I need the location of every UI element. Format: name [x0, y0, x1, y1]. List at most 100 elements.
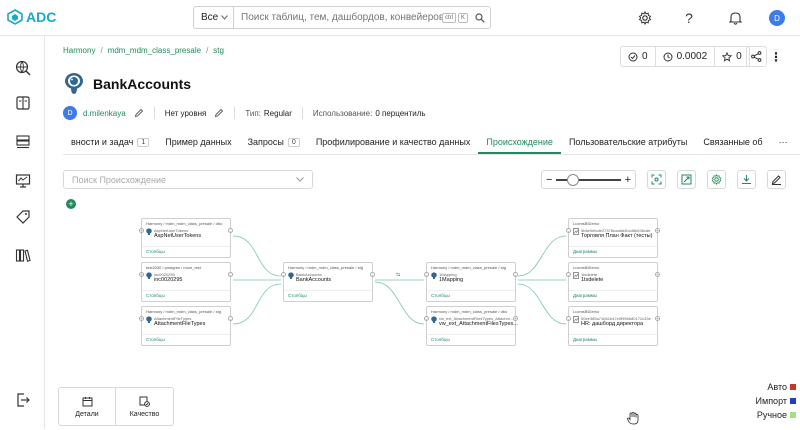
owner-link[interactable]: d.milenkaya	[83, 109, 126, 118]
lineage-node[interactable]: LuxmsBIDemo 1tsdelete 1tsdelete Диаграммы…	[566, 262, 660, 302]
quality-button[interactable]: Качество	[116, 388, 173, 425]
edit-lineage-button[interactable]	[767, 170, 786, 189]
downstream-expand-port[interactable]: +	[513, 316, 518, 321]
downstream-expand-port[interactable]: +	[655, 228, 660, 233]
lineage-node[interactable]: LuxmsBIDemo 5b6e0efcde27376eaa6d4bcd6b63…	[566, 218, 660, 258]
sidebar-item-tags[interactable]	[14, 208, 32, 226]
node-body: 1tsdelete 1tsdelete	[573, 272, 603, 283]
search-button[interactable]	[470, 12, 490, 23]
downstream-port[interactable]: -	[228, 316, 233, 321]
zoom-slider-handle[interactable]	[566, 173, 579, 186]
sidebar-item-observability[interactable]	[14, 172, 32, 190]
upstream-port[interactable]: -	[566, 316, 571, 321]
upstream-expand-port[interactable]: +	[139, 316, 144, 321]
node-columns-toggle[interactable]: Столбцы	[146, 337, 165, 342]
freshness-stat[interactable]: 0.0002	[656, 47, 716, 66]
svg-text:⇆: ⇆	[396, 272, 400, 278]
tab-lineage[interactable]: Происхождение	[478, 137, 561, 154]
lineage-node[interactable]: Harmony / mdm_mdm_class_presale / stg At…	[139, 306, 233, 346]
tests-stat[interactable]: 0	[621, 47, 656, 66]
node-charts-toggle[interactable]: Диаграммы	[573, 337, 597, 342]
download-icon	[742, 175, 751, 184]
sidebar-item-explore[interactable]	[14, 59, 32, 77]
downstream-expand-port[interactable]: +	[655, 272, 660, 277]
lineage-node[interactable]: Harmony / mdm_mdm_class_presale / dbo vw…	[424, 306, 518, 346]
upstream-port[interactable]: -	[566, 228, 571, 233]
settings-button[interactable]	[637, 10, 653, 26]
search-input[interactable]	[234, 12, 442, 23]
page-title: BankAccounts	[93, 76, 192, 92]
node-path: Harmony / mdm_mdm_class_presale / stg	[146, 309, 221, 314]
lineage-node[interactable]: Harmony / mdm_mdm_class_presale / dbo As…	[139, 218, 233, 258]
sidebar-item-glossary[interactable]	[14, 94, 32, 112]
lineage-node[interactable]: Harmony / mdm_mdm_class_presale / stg 1M…	[424, 262, 518, 302]
help-button[interactable]: ?	[681, 10, 697, 26]
downstream-expand-port[interactable]: +	[655, 316, 660, 321]
breadcrumb-item[interactable]: mdm_mdm_class_presale	[108, 46, 201, 55]
upstream-port[interactable]: -	[424, 316, 429, 321]
library-icon	[15, 249, 31, 262]
node-columns-toggle[interactable]: Столбцы	[146, 249, 165, 254]
sidebar-item-data-quality[interactable]	[14, 133, 32, 151]
app-logo[interactable]: ADC	[6, 9, 56, 25]
details-button[interactable]: Детали	[59, 388, 116, 425]
search-icon	[475, 12, 485, 23]
lineage-node[interactable]: LuxmsBIDemo 50ee385a71b61b47e0f95b6d0172…	[566, 306, 660, 346]
fit-view-button[interactable]	[647, 170, 666, 189]
downstream-port[interactable]: -	[513, 272, 518, 277]
node-columns-toggle[interactable]: Столбцы	[146, 293, 165, 298]
zoom-out-button[interactable]: −	[546, 174, 552, 186]
edit-tier-icon[interactable]	[214, 108, 224, 118]
edit-owner-icon[interactable]	[134, 108, 144, 118]
star-stat[interactable]: 0	[715, 47, 749, 66]
tab-activity[interactable]: вности и задач 1	[63, 137, 157, 154]
node-columns-toggle[interactable]: Столбцы	[431, 293, 450, 298]
node-columns-toggle[interactable]: Столбцы	[288, 293, 307, 298]
sidebar-item-library[interactable]	[14, 246, 32, 264]
node-name: HR: дашборд директора	[581, 321, 644, 327]
lineage-node-current[interactable]: Harmony / mdm_mdm_class_presale / stg Ba…	[281, 262, 375, 302]
zoom-slider[interactable]	[556, 173, 621, 186]
zoom-in-button[interactable]: +	[625, 174, 631, 186]
breadcrumb-item[interactable]: stg	[213, 46, 224, 55]
upstream-port[interactable]: -	[281, 272, 286, 277]
server-icon	[16, 135, 30, 149]
meta-divider	[153, 107, 155, 119]
node-body: AttachmentFileTypes AttachmentFileTypes	[146, 316, 205, 327]
node-charts-toggle[interactable]: Диаграммы	[573, 249, 597, 254]
fullscreen-button[interactable]	[677, 170, 696, 189]
tab-profiler[interactable]: Профилирование и качество данных	[308, 137, 479, 154]
upstream-port[interactable]: -	[566, 272, 571, 277]
tab-queries[interactable]: Запросы 0	[240, 137, 308, 154]
breadcrumb-item[interactable]: Harmony	[63, 46, 95, 55]
downstream-port[interactable]: -	[370, 272, 375, 277]
tab-custom-attributes[interactable]: Пользовательские атрибуты	[561, 137, 695, 154]
add-node-button[interactable]: +	[66, 199, 76, 209]
search-scope-select[interactable]: Все	[194, 7, 234, 28]
share-button[interactable]	[746, 46, 767, 67]
more-actions-button[interactable]: ⋮	[770, 46, 782, 67]
node-path: Harmony / mdm_mdm_class_presale / dbo	[431, 309, 508, 314]
bell-icon	[728, 12, 742, 25]
sidebar-item-logout[interactable]	[14, 391, 32, 409]
meta-divider	[301, 107, 303, 119]
user-avatar[interactable]: D	[769, 10, 785, 26]
upstream-expand-port[interactable]: +	[139, 272, 144, 277]
node-name: 1tsdelete	[581, 277, 604, 283]
node-columns-toggle[interactable]: Столбцы	[431, 337, 450, 342]
lineage-search-select[interactable]: Поиск Происхождение	[63, 170, 313, 189]
downstream-port[interactable]: -	[228, 228, 233, 233]
node-charts-toggle[interactable]: Диаграммы	[573, 293, 597, 298]
tab-related[interactable]: Связанные об	[695, 137, 770, 154]
tab-sample-data[interactable]: Пример данных	[157, 137, 239, 154]
lineage-node[interactable]: test2030 / postgres / mom_test inc002029…	[139, 262, 233, 302]
upstream-port[interactable]: -	[424, 272, 429, 277]
breadcrumb-separator: /	[100, 46, 103, 55]
upstream-expand-port[interactable]: +	[139, 228, 144, 233]
lineage-settings-button[interactable]	[707, 170, 726, 189]
tab-more[interactable]: ···	[771, 137, 796, 154]
notifications-button[interactable]	[727, 10, 743, 26]
download-button[interactable]	[737, 170, 756, 189]
downstream-port[interactable]: -	[228, 272, 233, 277]
details-label: Детали	[75, 410, 99, 418]
